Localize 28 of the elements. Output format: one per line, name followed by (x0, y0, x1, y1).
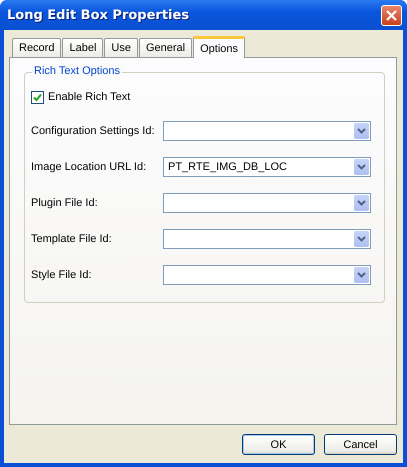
chevron-down-icon (354, 231, 369, 247)
checkbox-label: Enable Rich Text (48, 91, 130, 103)
field-label: Style File Id: (31, 269, 92, 281)
tab[interactable]: Label (62, 38, 104, 57)
checkbox[interactable] (31, 90, 44, 104)
dialog-button[interactable]: Cancel (324, 434, 397, 455)
chevron-down-icon (354, 159, 369, 175)
tab[interactable]: Use (104, 38, 138, 57)
tab[interactable]: General (138, 38, 192, 57)
dialog-button[interactable]: OK (242, 434, 315, 455)
field-label: Image Location URL Id: (31, 161, 146, 173)
chevron-down-icon (354, 195, 369, 211)
group-title: Rich Text Options (32, 65, 122, 77)
dropdown-field[interactable] (163, 121, 371, 141)
dropdown-field[interactable]: PT_RTE_IMG_DB_LOC (163, 157, 371, 177)
dropdown-field[interactable] (163, 229, 371, 249)
tab[interactable]: Record (12, 38, 62, 57)
close-button[interactable] (381, 4, 402, 26)
chevron-down-icon (354, 267, 369, 283)
dropdown-field[interactable] (163, 193, 371, 213)
window-title: Long Edit Box Properties (7, 8, 190, 22)
chevron-down-icon (354, 123, 369, 139)
tab[interactable]: Options (193, 36, 246, 58)
field-label: Template File Id: (31, 233, 112, 245)
close-icon (386, 10, 397, 20)
dropdown-field[interactable] (163, 265, 371, 285)
field-label: Configuration Settings Id: (31, 125, 155, 137)
field-label: Plugin File Id: (31, 197, 98, 209)
